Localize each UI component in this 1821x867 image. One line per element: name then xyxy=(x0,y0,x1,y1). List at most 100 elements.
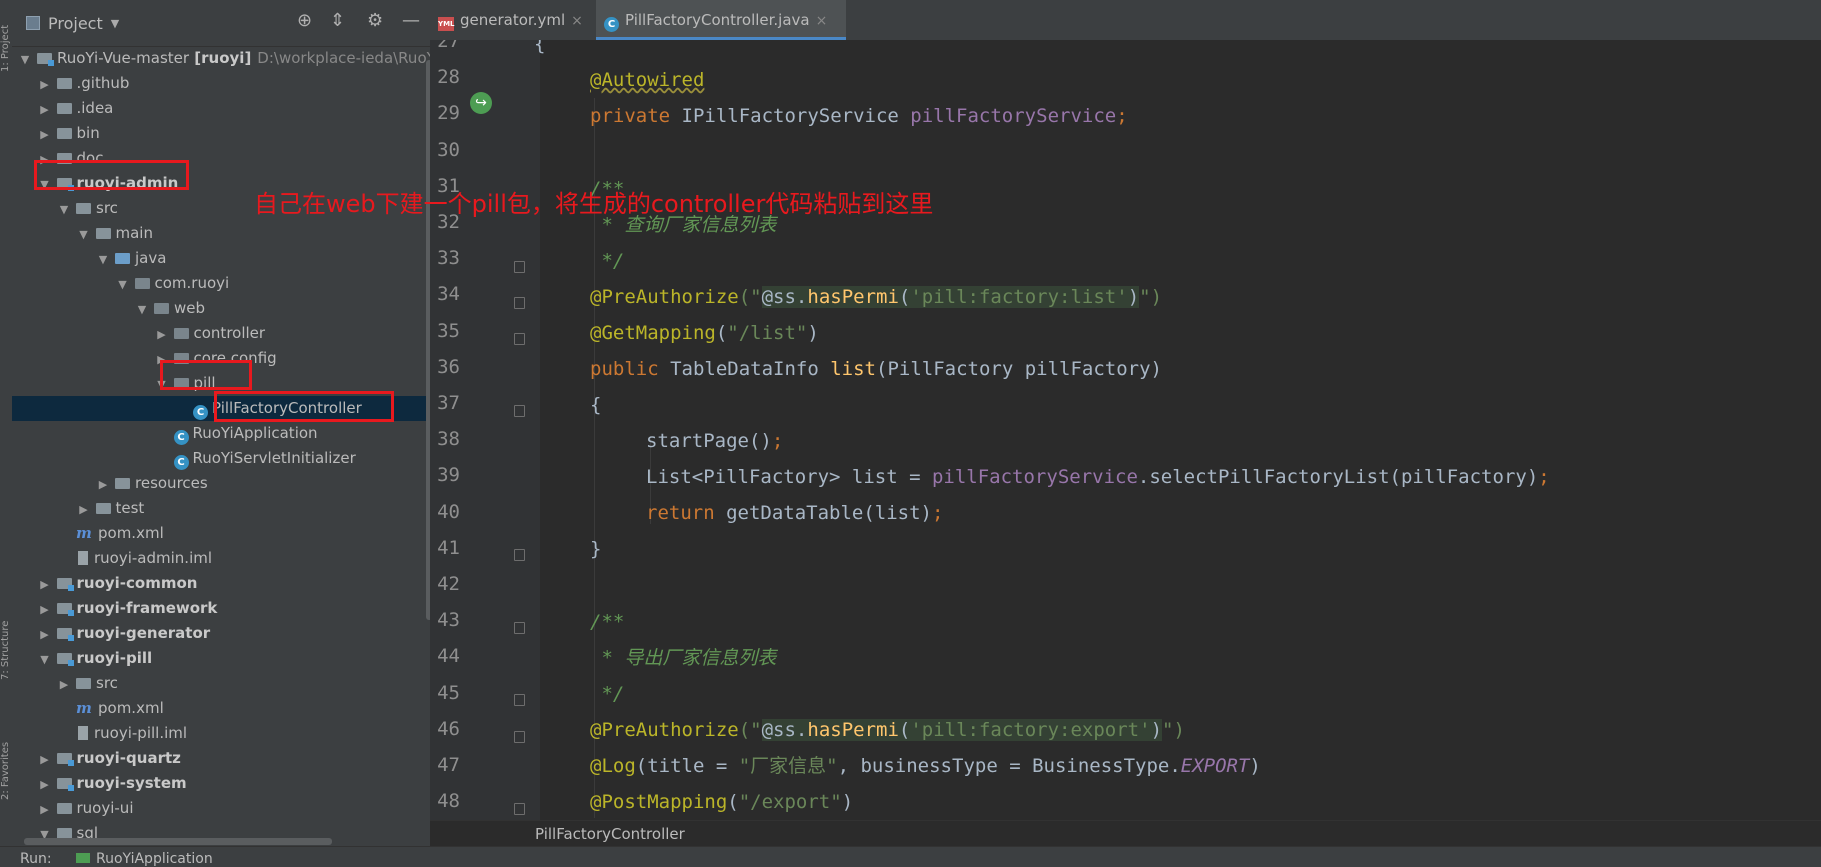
expanded-arrow-icon[interactable]: ▼ xyxy=(116,272,130,297)
expanded-arrow-icon[interactable]: ▼ xyxy=(155,372,169,397)
run-tab-ruoyiapplication[interactable]: RuoYiApplication xyxy=(76,851,213,867)
punct-token: ( xyxy=(898,286,911,308)
iml-file-icon xyxy=(78,726,88,740)
class-icon: C xyxy=(604,17,619,32)
structure-tool-tab[interactable]: 7: Structure xyxy=(0,600,12,680)
code-editor[interactable]: ↪ 27 28 29 30 31 32 33 34 35 36 37 38 39 40 41 42 43 44 45… xyxy=(430,40,1821,820)
code-line-36: public TableDataInfo list(PillFactory pi… xyxy=(590,357,1162,381)
expanded-arrow-icon[interactable]: ▼ xyxy=(38,172,52,197)
yml-file-icon: YML xyxy=(438,17,455,31)
tree-item[interactable]: ▶ ruoyi-system xyxy=(12,771,430,796)
fold-marker[interactable] xyxy=(514,731,525,743)
tree-item[interactable]: m pom.xml xyxy=(12,521,430,546)
collapsed-arrow-icon[interactable]: ▶ xyxy=(38,572,52,597)
code-line-27: { xyxy=(534,40,546,55)
fold-marker[interactable] xyxy=(514,622,525,634)
expanded-arrow-icon[interactable]: ▼ xyxy=(77,222,91,247)
project-panel-title[interactable]: Project xyxy=(48,14,103,33)
tree-item[interactable]: ▶ ruoyi-quartz xyxy=(12,746,430,771)
collapsed-arrow-icon[interactable]: ▶ xyxy=(96,472,110,497)
collapsed-arrow-icon[interactable]: ▶ xyxy=(38,772,52,797)
package-icon xyxy=(173,353,189,364)
locate-icon[interactable]: ⊕ xyxy=(297,10,312,31)
minimize-icon[interactable]: — xyxy=(402,10,420,31)
tree-item[interactable]: m pom.xml xyxy=(12,696,430,721)
collapse-icon[interactable]: ⇕ xyxy=(330,10,345,31)
tab-generator-yml[interactable]: YML generator.yml × xyxy=(430,0,596,40)
expanded-arrow-icon[interactable]: ▼ xyxy=(57,197,71,222)
tree-item[interactable]: ▼ web xyxy=(12,296,430,321)
string-token: (" xyxy=(738,286,762,308)
tree-item[interactable]: ▼ ruoyi-pill xyxy=(12,646,430,671)
package-icon xyxy=(134,278,150,289)
expanded-arrow-icon[interactable]: ▼ xyxy=(38,647,52,672)
fold-marker[interactable] xyxy=(514,297,525,309)
tree-item-label: controller xyxy=(193,324,266,342)
gear-icon[interactable]: ⚙ xyxy=(367,10,383,31)
tree-item[interactable]: ▶ ruoyi-common xyxy=(12,571,430,596)
tree-item[interactable]: ▶ test xyxy=(12,496,430,521)
tree-item[interactable]: ▶ ruoyi-generator xyxy=(12,621,430,646)
tree-item[interactable]: ▶ doc xyxy=(12,146,430,171)
tree-item[interactable]: ruoyi-admin.iml xyxy=(12,546,430,571)
line-number: 40 xyxy=(437,500,460,523)
spring-bean-icon[interactable]: ↪ xyxy=(470,92,492,114)
close-icon[interactable]: × xyxy=(571,13,583,29)
collapsed-arrow-icon[interactable]: ▶ xyxy=(38,97,52,122)
line-number: 42 xyxy=(437,573,460,595)
collapsed-arrow-icon[interactable]: ▶ xyxy=(38,72,52,97)
expanded-arrow-icon[interactable]: ▼ xyxy=(18,47,32,72)
code-line-48: @PostMapping("/export") xyxy=(590,790,853,814)
tree-item[interactable]: ▶ core.config xyxy=(12,346,430,371)
collapsed-arrow-icon[interactable]: ▶ xyxy=(38,122,52,147)
tree-item-label: src xyxy=(96,199,118,217)
expanded-arrow-icon[interactable]: ▼ xyxy=(135,297,149,322)
collapsed-arrow-icon[interactable]: ▶ xyxy=(38,622,52,647)
project-tree-horizontal-scrollbar[interactable] xyxy=(24,838,332,845)
tree-item[interactable]: C PillFactoryController xyxy=(12,396,430,421)
fold-marker[interactable] xyxy=(514,333,525,345)
tree-item[interactable]: ▶ .github xyxy=(12,71,430,96)
tree-item[interactable]: ▼ RuoYi-Vue-master [ruoyi] D:\workplace-ie… xyxy=(12,46,430,71)
tree-item[interactable]: ▼ java xyxy=(12,246,430,271)
tree-item[interactable]: ▶ ruoyi-ui xyxy=(12,796,430,821)
tree-item[interactable]: ▼ pill xyxy=(12,371,430,396)
fold-marker[interactable] xyxy=(514,405,525,417)
collapsed-arrow-icon[interactable]: ▶ xyxy=(155,322,169,347)
chevron-down-icon[interactable]: ▼ xyxy=(111,17,119,30)
close-icon[interactable]: × xyxy=(816,13,828,29)
breadcrumb[interactable]: PillFactoryController xyxy=(535,825,685,843)
tree-item[interactable]: ▶ .idea xyxy=(12,96,430,121)
folder-icon xyxy=(56,153,72,164)
collapsed-arrow-icon[interactable]: ▶ xyxy=(38,597,52,622)
collapsed-arrow-icon[interactable]: ▶ xyxy=(38,797,52,822)
tree-item[interactable]: ▼ com.ruoyi xyxy=(12,271,430,296)
collapsed-arrow-icon[interactable]: ▶ xyxy=(77,497,91,522)
project-tool-tab[interactable]: 1: Project xyxy=(0,2,12,72)
tree-item[interactable]: C RuoYiApplication xyxy=(12,421,430,446)
favorites-tool-tab[interactable]: 2: Favorites xyxy=(0,720,12,800)
fold-marker[interactable] xyxy=(514,261,525,273)
keyword-token: private xyxy=(590,105,682,127)
tree-item[interactable]: ▶ resources xyxy=(12,471,430,496)
tree-item[interactable]: C RuoYiServletInitializer xyxy=(12,446,430,471)
collapsed-arrow-icon[interactable]: ▶ xyxy=(38,747,52,772)
fold-marker[interactable] xyxy=(514,549,525,561)
tree-item[interactable]: ▶ bin xyxy=(12,121,430,146)
folder-icon xyxy=(56,803,72,814)
tree-item[interactable]: ruoyi-pill.iml xyxy=(12,721,430,746)
tree-item-label: ruoyi-quartz xyxy=(76,749,181,767)
tree-item[interactable]: ▶ ruoyi-framework xyxy=(12,596,430,621)
expanded-arrow-icon[interactable]: ▼ xyxy=(96,247,110,272)
collapsed-arrow-icon[interactable]: ▶ xyxy=(38,147,52,172)
keyword-token: public xyxy=(590,358,671,380)
tree-item[interactable]: ▶ controller xyxy=(12,321,430,346)
tree-item[interactable]: ▶ src xyxy=(12,671,430,696)
collapsed-arrow-icon[interactable]: ▶ xyxy=(57,672,71,697)
fold-marker[interactable] xyxy=(514,694,525,706)
collapsed-arrow-icon[interactable]: ▶ xyxy=(155,347,169,372)
tab-pillfactorycontroller[interactable]: C PillFactoryController.java × xyxy=(596,0,846,40)
tree-item[interactable]: ▼ main xyxy=(12,221,430,246)
line-number: 43 xyxy=(437,609,460,632)
fold-marker[interactable] xyxy=(514,803,525,815)
